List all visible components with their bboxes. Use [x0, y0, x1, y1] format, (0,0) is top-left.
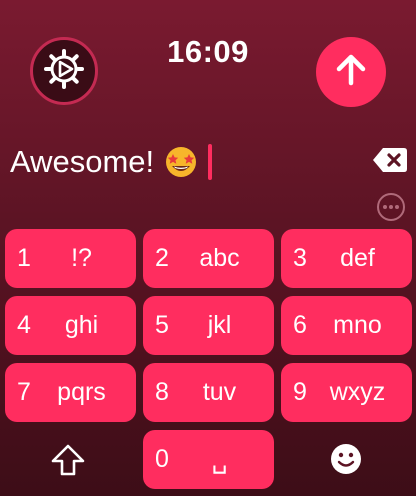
delete-backspace-icon: [372, 148, 408, 178]
emoji-button[interactable]: [330, 443, 362, 480]
key-3[interactable]: 3 def: [281, 229, 412, 288]
key-5[interactable]: 5 jkl: [143, 296, 274, 355]
send-button[interactable]: [316, 37, 386, 107]
key-6[interactable]: 6 mno: [281, 296, 412, 355]
key-8[interactable]: 8 tuv: [143, 363, 274, 422]
key-letters: mno: [333, 311, 382, 339]
shift-button[interactable]: [50, 443, 86, 482]
key-letters: def: [340, 244, 375, 272]
delete-button[interactable]: [372, 146, 408, 179]
key-letters: ghi: [64, 311, 99, 339]
more-options-button[interactable]: [376, 192, 406, 227]
text-cursor: [208, 144, 213, 180]
key-letters: wxyz: [329, 378, 386, 406]
shift-arrow-icon: [50, 444, 86, 481]
key-0-space[interactable]: 0 ␣: [143, 430, 274, 489]
key-2[interactable]: 2 abc: [143, 229, 274, 288]
key-letters: abc: [199, 244, 240, 272]
key-letters: ␣: [211, 445, 228, 474]
key-4[interactable]: 4 ghi: [5, 296, 136, 355]
ellipsis-icon: [376, 193, 406, 226]
key-1[interactable]: 1 !?: [5, 229, 136, 288]
text-entry-field[interactable]: Awesome!: [10, 142, 213, 182]
key-letters: jkl: [207, 311, 232, 339]
smiley-face-icon: [330, 444, 362, 479]
arrow-up-icon: [334, 53, 368, 92]
key-9[interactable]: 9 wxyz: [281, 363, 412, 422]
key-letters: tuv: [202, 378, 237, 406]
typed-text: Awesome!: [10, 144, 155, 179]
key-letters: !?: [71, 244, 92, 272]
star-struck-emoji-icon: [164, 145, 198, 179]
key-letters: pqrs: [57, 378, 106, 406]
key-7[interactable]: 7 pqrs: [5, 363, 136, 422]
